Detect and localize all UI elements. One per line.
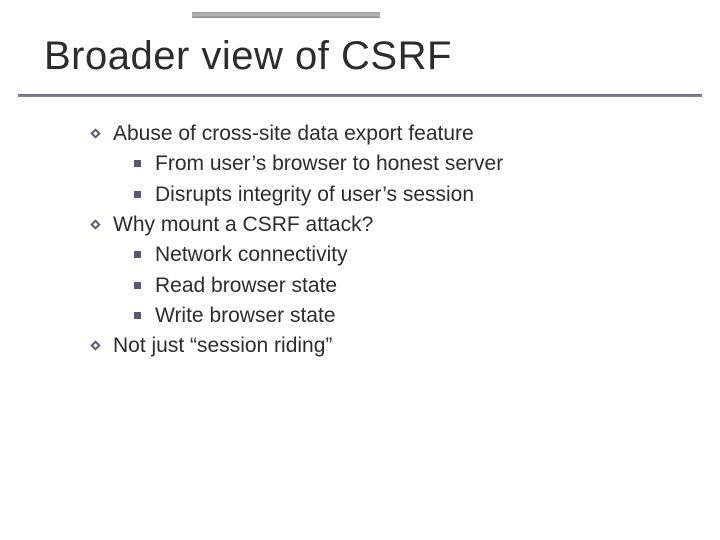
square-bullet-icon	[134, 191, 141, 198]
top-divider	[192, 12, 380, 18]
sub-bullet-item: Network connectivity	[134, 241, 680, 269]
diamond-bullet-icon	[90, 340, 101, 351]
diamond-bullet-icon	[90, 128, 101, 139]
square-bullet-icon	[134, 282, 141, 289]
sub-bullet-text: From user’s browser to honest server	[155, 150, 503, 178]
square-bullet-icon	[134, 160, 141, 167]
bullet-item: Not just “session riding”	[90, 332, 680, 360]
bullet-text: Why mount a CSRF attack?	[113, 211, 373, 239]
square-bullet-icon	[134, 312, 141, 319]
sub-bullet-item: Write browser state	[134, 302, 680, 330]
bullet-item: Why mount a CSRF attack?	[90, 211, 680, 239]
bullet-item: Abuse of cross-site data export feature	[90, 120, 680, 148]
sub-bullet-text: Read browser state	[155, 272, 337, 300]
slide-content: Abuse of cross-site data export feature …	[90, 120, 680, 363]
sub-bullet-text: Network connectivity	[155, 241, 348, 269]
bullet-text: Not just “session riding”	[113, 332, 332, 360]
sub-bullet-item: Disrupts integrity of user’s session	[134, 181, 680, 209]
title-underline	[18, 94, 702, 97]
sub-bullet-text: Write browser state	[155, 302, 336, 330]
bullet-text: Abuse of cross-site data export feature	[113, 120, 474, 148]
sub-bullet-item: From user’s browser to honest server	[134, 150, 680, 178]
square-bullet-icon	[134, 251, 141, 258]
diamond-bullet-icon	[90, 219, 101, 230]
slide-title: Broader view of CSRF	[44, 34, 452, 79]
sub-bullet-item: Read browser state	[134, 272, 680, 300]
sub-bullet-text: Disrupts integrity of user’s session	[155, 181, 474, 209]
